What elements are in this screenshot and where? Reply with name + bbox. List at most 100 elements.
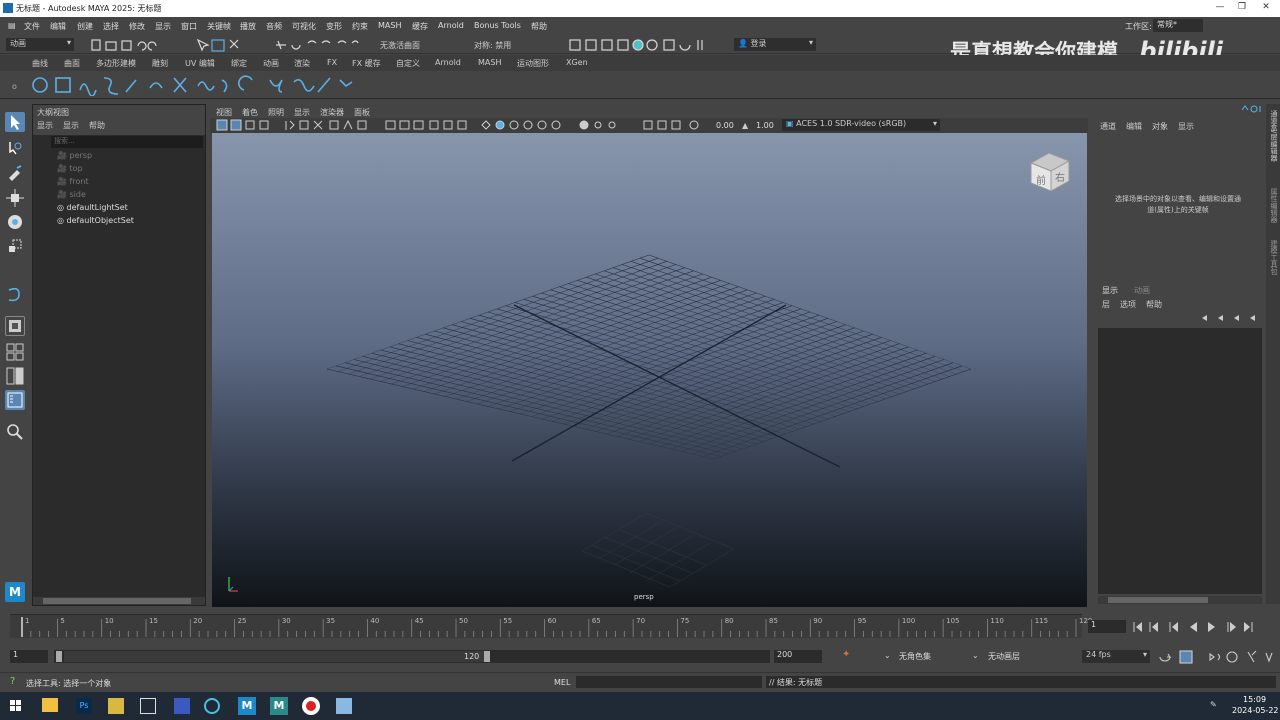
curve-tool-icon[interactable]: [5, 284, 25, 304]
outliner-item-front[interactable]: 🎥 front: [57, 177, 89, 186]
layer-tab-anim[interactable]: 动画: [1134, 285, 1150, 296]
view-cube[interactable]: 前 右: [1027, 149, 1073, 195]
select-tool-icon[interactable]: [5, 112, 25, 132]
layer-action-icons[interactable]: [1200, 313, 1264, 323]
login-dropdown[interactable]: 👤 登录 ▾: [734, 38, 816, 51]
auto-key-icon[interactable]: ✦: [842, 649, 850, 660]
outliner-search-input[interactable]: 搜索...: [51, 136, 203, 148]
shelf-tab-fx[interactable]: FX: [327, 58, 337, 67]
side-tab-channelbox[interactable]: 通道盒/层编辑器: [1267, 110, 1279, 182]
layer-tab-display[interactable]: 显示: [1102, 285, 1118, 296]
vp-menu-show[interactable]: 显示: [294, 107, 310, 118]
shelf-tab-sculpt[interactable]: 雕刻: [152, 58, 168, 69]
menu-create[interactable]: 创建: [77, 21, 93, 32]
shelf-tab-poly[interactable]: 多边形建模: [96, 58, 136, 69]
statusline-icons[interactable]: [90, 38, 360, 52]
shelf-curve-icons[interactable]: [8, 74, 368, 96]
scale-tool-icon[interactable]: [5, 236, 25, 256]
pen-icon[interactable]: ✎: [1210, 700, 1217, 709]
move-tool-icon[interactable]: [5, 188, 25, 208]
outliner-scrollbar[interactable]: [33, 597, 205, 605]
close-button[interactable]: ✕: [1256, 2, 1276, 14]
menu-toggle-icon[interactable]: ▤: [8, 21, 16, 30]
menu-edit[interactable]: 编辑: [50, 21, 66, 32]
shelf-tab-surfaces[interactable]: 曲面: [64, 58, 80, 69]
range-bar[interactable]: [64, 651, 484, 662]
cb-menu-show[interactable]: 显示: [1178, 121, 1194, 132]
shelf-tab-custom[interactable]: 自定义: [396, 58, 420, 69]
gamma-value[interactable]: 1.00: [756, 121, 774, 130]
playback-option-icons[interactable]: [1158, 649, 1278, 665]
windows-start-icon[interactable]: [10, 700, 22, 712]
render-icons[interactable]: [568, 38, 728, 52]
exposure-value[interactable]: 0.00: [716, 121, 734, 130]
layer-menu-help[interactable]: 帮助: [1146, 299, 1162, 310]
minimize-button[interactable]: —: [1210, 2, 1230, 14]
side-tab-attribute-editor[interactable]: 属性编辑器: [1267, 188, 1279, 228]
shelf-tab-curves[interactable]: 曲线: [32, 58, 48, 69]
cb-menu-object[interactable]: 对象: [1152, 121, 1168, 132]
cb-menu-edit[interactable]: 编辑: [1126, 121, 1142, 132]
app-icon-6[interactable]: [204, 698, 220, 714]
outliner-item-persp[interactable]: 🎥 persp: [57, 151, 92, 160]
shelf-tab-fx-cache[interactable]: FX 缓存: [352, 58, 381, 69]
range-end-handle[interactable]: [484, 651, 490, 662]
shelf-tab-mash[interactable]: MASH: [478, 58, 501, 67]
layer-menu-options[interactable]: 选项: [1120, 299, 1136, 310]
anim-end-field[interactable]: 200: [774, 650, 822, 663]
menu-file[interactable]: 文件: [24, 21, 40, 32]
cb-menu-channels[interactable]: 通道: [1100, 121, 1116, 132]
current-frame-field[interactable]: 1: [1088, 620, 1126, 633]
layout-two-icon[interactable]: [5, 366, 25, 386]
vp-menu-view[interactable]: 视图: [216, 107, 232, 118]
character-set-label[interactable]: 无角色集: [899, 651, 931, 662]
shelf-tab-uv[interactable]: UV 编辑: [185, 58, 215, 69]
shelf-tab-animation[interactable]: 动画: [263, 58, 279, 69]
restore-button[interactable]: ❐: [1232, 2, 1252, 14]
shelf-menu-icon[interactable]: o: [12, 82, 17, 91]
fps-dropdown[interactable]: 24 fps ▾: [1082, 650, 1150, 663]
app-icon-4[interactable]: [140, 698, 156, 714]
symmetry-label[interactable]: 对称: 禁用: [474, 40, 511, 51]
vp-menu-renderer[interactable]: 渲染器: [320, 107, 344, 118]
menu-bonus-tools[interactable]: Bonus Tools: [474, 21, 521, 30]
menu-cache[interactable]: 缓存: [412, 21, 428, 32]
layer-menu-layers[interactable]: 层: [1102, 299, 1110, 310]
photoshop-icon[interactable]: Ps: [76, 698, 92, 714]
shelf-tab-xgen[interactable]: XGen: [566, 58, 588, 67]
recorder-icon[interactable]: [302, 697, 320, 715]
layout-single-icon[interactable]: [5, 316, 25, 336]
menu-playback[interactable]: 播放: [240, 21, 256, 32]
rotate-tool-icon[interactable]: [5, 212, 25, 232]
menu-arnold[interactable]: Arnold: [438, 21, 464, 30]
range-track[interactable]: 1 120: [54, 650, 770, 663]
viewport-3d[interactable]: 前 右 persp: [212, 133, 1087, 607]
menu-audio[interactable]: 音频: [266, 21, 282, 32]
cmd-input[interactable]: [576, 676, 762, 688]
surface-label[interactable]: 无激活曲面: [380, 40, 420, 51]
maya-home-icon[interactable]: M: [5, 582, 25, 602]
shelf-tab-rigging[interactable]: 绑定: [231, 58, 247, 69]
viewport-tool-icons[interactable]: [216, 119, 702, 132]
colorspace-dropdown[interactable]: ▣ ACES 1.0 SDR-video (sRGB) ▾: [782, 119, 940, 131]
menuset-dropdown[interactable]: 动画 ▾: [6, 38, 74, 51]
outliner-item-defaultobjectset[interactable]: ◎ defaultObjectSet: [57, 216, 134, 225]
app-icon-5[interactable]: [174, 698, 190, 714]
menu-mash[interactable]: MASH: [378, 21, 401, 30]
layout-outliner-icon[interactable]: [5, 390, 25, 410]
menu-visualize[interactable]: 可视化: [292, 21, 316, 32]
layout-four-icon[interactable]: [5, 342, 25, 362]
menu-select[interactable]: 选择: [103, 21, 119, 32]
menu-key[interactable]: 关键帧: [207, 21, 231, 32]
menu-windows[interactable]: 窗口: [181, 21, 197, 32]
range-start-handle[interactable]: [56, 651, 62, 662]
outliner-menu-help[interactable]: 帮助: [89, 120, 105, 131]
panel-dock-icons[interactable]: [1240, 104, 1264, 114]
outliner-menu-show[interactable]: 显示: [63, 120, 79, 131]
shelf-tab-arnold[interactable]: Arnold: [435, 58, 461, 67]
anim-layer-label[interactable]: 无动画层: [988, 651, 1020, 662]
layer-scrollbar[interactable]: [1098, 596, 1262, 604]
vp-menu-panels[interactable]: 面板: [354, 107, 370, 118]
lasso-tool-icon[interactable]: [5, 138, 25, 158]
app-icon-3[interactable]: [108, 698, 124, 714]
